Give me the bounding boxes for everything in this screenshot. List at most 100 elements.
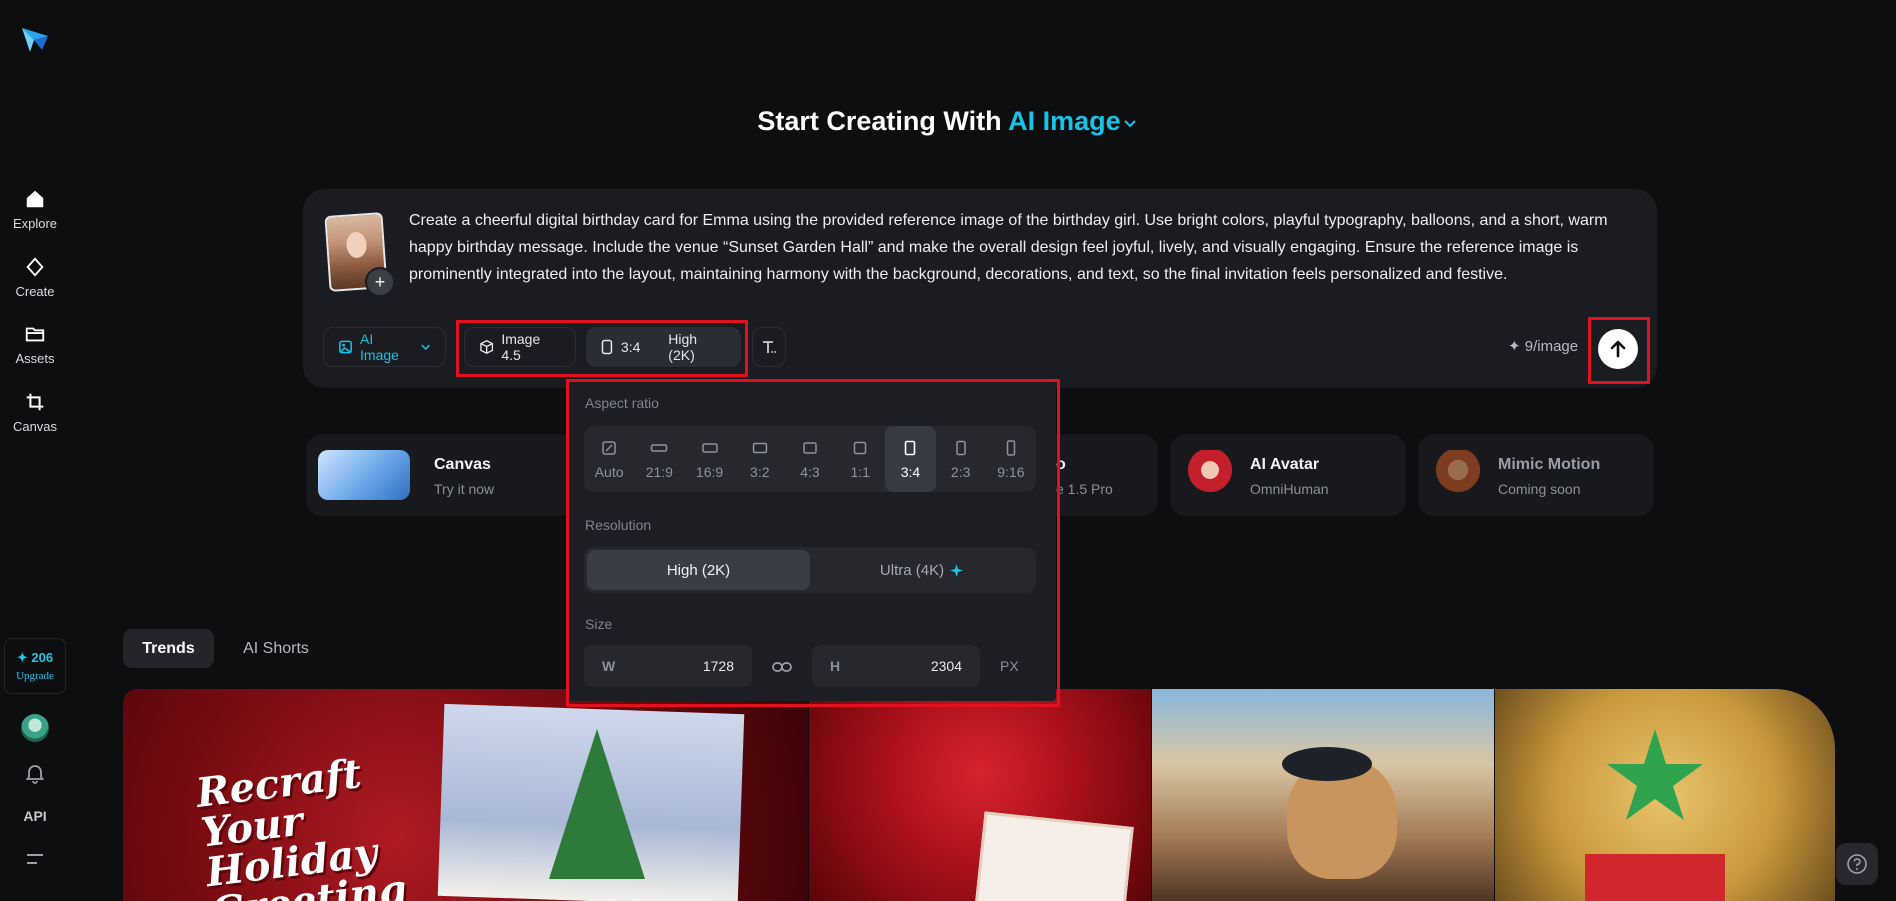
credits-count: ✦ 206: [16, 650, 54, 665]
ratio-option-2-3[interactable]: 2:3: [936, 426, 986, 492]
resolution-option-high[interactable]: High (2K): [587, 550, 810, 590]
text-style-button[interactable]: [752, 327, 786, 367]
mode-selector[interactable]: AI Image: [1008, 106, 1139, 136]
ratio-option-21-9[interactable]: 21:9: [634, 426, 684, 492]
model-select-button[interactable]: Image 4.5: [464, 327, 576, 367]
height-value: 2304: [930, 658, 962, 674]
gift-shape: [1585, 854, 1725, 901]
gallery-item[interactable]: [1495, 689, 1835, 901]
sidebar-item-label: Assets: [15, 351, 55, 366]
plus-icon: +: [374, 271, 386, 292]
trends-gallery: Recraft Your Holiday Greeting: [123, 689, 1835, 901]
width-input[interactable]: W 1728: [584, 645, 752, 687]
ratio-option-label: 21:9: [645, 463, 673, 480]
feature-card-ai-avatar[interactable]: AI Avatar OmniHuman: [1170, 434, 1406, 516]
width-value: 1728: [702, 658, 734, 674]
sidebar-item-label: Canvas: [12, 419, 58, 434]
mode-label: AI Image: [1008, 106, 1121, 136]
ratio-option-label: 9:16: [997, 463, 1025, 480]
user-avatar[interactable]: [21, 714, 49, 742]
feature-card-canvas[interactable]: Canvas Try it now: [306, 434, 576, 516]
ratio-label: 3:4: [620, 339, 641, 355]
credits-upgrade-button[interactable]: ✦ 206 Upgrade: [4, 638, 66, 694]
ratio-option-3-4[interactable]: 3:4: [885, 426, 936, 492]
beret-shape: [1282, 747, 1372, 781]
resolution-option-label: High (2K): [666, 561, 731, 579]
resolution-options: High (2K) Ultra (4K): [584, 547, 1036, 593]
feature-title: Mimic Motion: [1498, 456, 1601, 473]
feature-subtitle: e 1.5 Pro: [1056, 481, 1113, 497]
gallery-item-title: Recraft Your Holiday Greeting: [193, 750, 410, 901]
chevron-down-icon: [1123, 120, 1136, 128]
feature-subtitle: OmniHuman: [1250, 481, 1329, 497]
tab-trends[interactable]: Trends: [123, 629, 214, 668]
card-shape: [974, 811, 1134, 901]
ratio-option-label: 3:4: [900, 463, 921, 480]
height-label: H: [830, 658, 841, 674]
sidebar-item-assets[interactable]: Assets: [0, 323, 70, 366]
aspect-ratio-title: Aspect ratio: [585, 395, 659, 411]
cube-icon: [480, 340, 494, 354]
portrait-ratio-icon: [955, 440, 966, 455]
arrow-up-icon: [1610, 340, 1626, 358]
tab-ai-shorts[interactable]: AI Shorts: [228, 629, 324, 668]
ratio-option-4-3[interactable]: 4:3: [785, 426, 835, 492]
star-balloon-shape: [1607, 729, 1703, 820]
avatar-thumbnail: [1184, 450, 1236, 500]
app-root: Explore Create Assets Canvas ✦ 206 Upgra…: [0, 0, 1896, 901]
sidebar-item-explore[interactable]: Explore: [0, 188, 70, 231]
feature-card-mimic-motion[interactable]: Mimic Motion Coming soon: [1418, 434, 1654, 516]
gallery-item[interactable]: [809, 689, 1151, 901]
ratio-option-label: Auto: [594, 463, 624, 480]
help-button[interactable]: [1836, 843, 1878, 885]
square-ratio-icon: [853, 441, 867, 454]
page-title: Start Creating With AI Image: [0, 106, 1896, 137]
height-input[interactable]: H 2304: [812, 645, 980, 687]
sidebar-item-canvas[interactable]: Canvas: [0, 391, 70, 434]
title-prefix: Start Creating With: [757, 106, 1002, 136]
resolution-title: Resolution: [585, 517, 652, 533]
size-title: Size: [585, 616, 613, 632]
api-link[interactable]: API: [0, 808, 70, 824]
feature-subtitle: Try it now: [434, 481, 495, 497]
ratio-resolution-button[interactable]: 3:4 High (2K): [586, 327, 741, 367]
model-label: Image 4.5: [501, 331, 541, 363]
gallery-item[interactable]: Recraft Your Holiday Greeting: [123, 689, 808, 901]
auto-ratio-icon: [602, 440, 616, 455]
landscape-ratio-icon: [752, 442, 768, 453]
folder-icon: [25, 327, 45, 342]
ratio-option-label: 1:1: [850, 463, 870, 480]
link-aspect-icon[interactable]: [771, 656, 793, 678]
aspect-ratio-options: Auto 21:9 16:9 3:2 4:3 1:1 3:4 2:3 9:16: [584, 426, 1036, 492]
portrait-ratio-icon: [601, 339, 613, 355]
logo-icon[interactable]: [20, 24, 50, 54]
resolution-option-ultra[interactable]: Ultra (4K): [810, 550, 1033, 590]
home-icon: [26, 190, 44, 208]
ratio-option-16-9[interactable]: 16:9: [684, 426, 734, 492]
ratio-option-auto[interactable]: Auto: [584, 426, 634, 492]
ratio-option-1-1[interactable]: 1:1: [835, 426, 885, 492]
landscape-ratio-icon: [701, 442, 718, 453]
mode-dropdown-button[interactable]: AI Image: [323, 327, 446, 367]
bell-icon[interactable]: [24, 762, 46, 784]
sidebar-item-label: Explore: [12, 216, 58, 231]
add-reference-button[interactable]: +: [365, 267, 395, 297]
ratio-option-9-16[interactable]: 9:16: [986, 426, 1036, 492]
sparkle-icon: [950, 563, 964, 577]
gallery-item[interactable]: [1152, 689, 1494, 901]
feature-subtitle: Coming soon: [1498, 481, 1581, 497]
menu-icon[interactable]: [26, 852, 44, 866]
ratio-resolution-panel: Aspect ratio Auto 21:9 16:9 3:2 4:3 1:1 …: [568, 383, 1056, 701]
feature-title: o: [1056, 456, 1066, 473]
unit-label: PX: [1000, 658, 1019, 674]
sidebar-item-create[interactable]: Create: [0, 256, 70, 299]
ratio-option-label: 16:9: [695, 463, 724, 480]
generate-button[interactable]: [1598, 329, 1638, 369]
mimic-thumbnail: [1432, 450, 1484, 500]
tall-ratio-icon: [1006, 439, 1016, 456]
prompt-input[interactable]: Create a cheerful digital birthday card …: [409, 207, 1629, 288]
mode-button-label: AI Image: [360, 331, 399, 363]
ratio-option-label: 2:3: [950, 463, 971, 480]
ratio-option-3-2[interactable]: 3:2: [735, 426, 785, 492]
feature-title: AI Avatar: [1250, 456, 1320, 473]
